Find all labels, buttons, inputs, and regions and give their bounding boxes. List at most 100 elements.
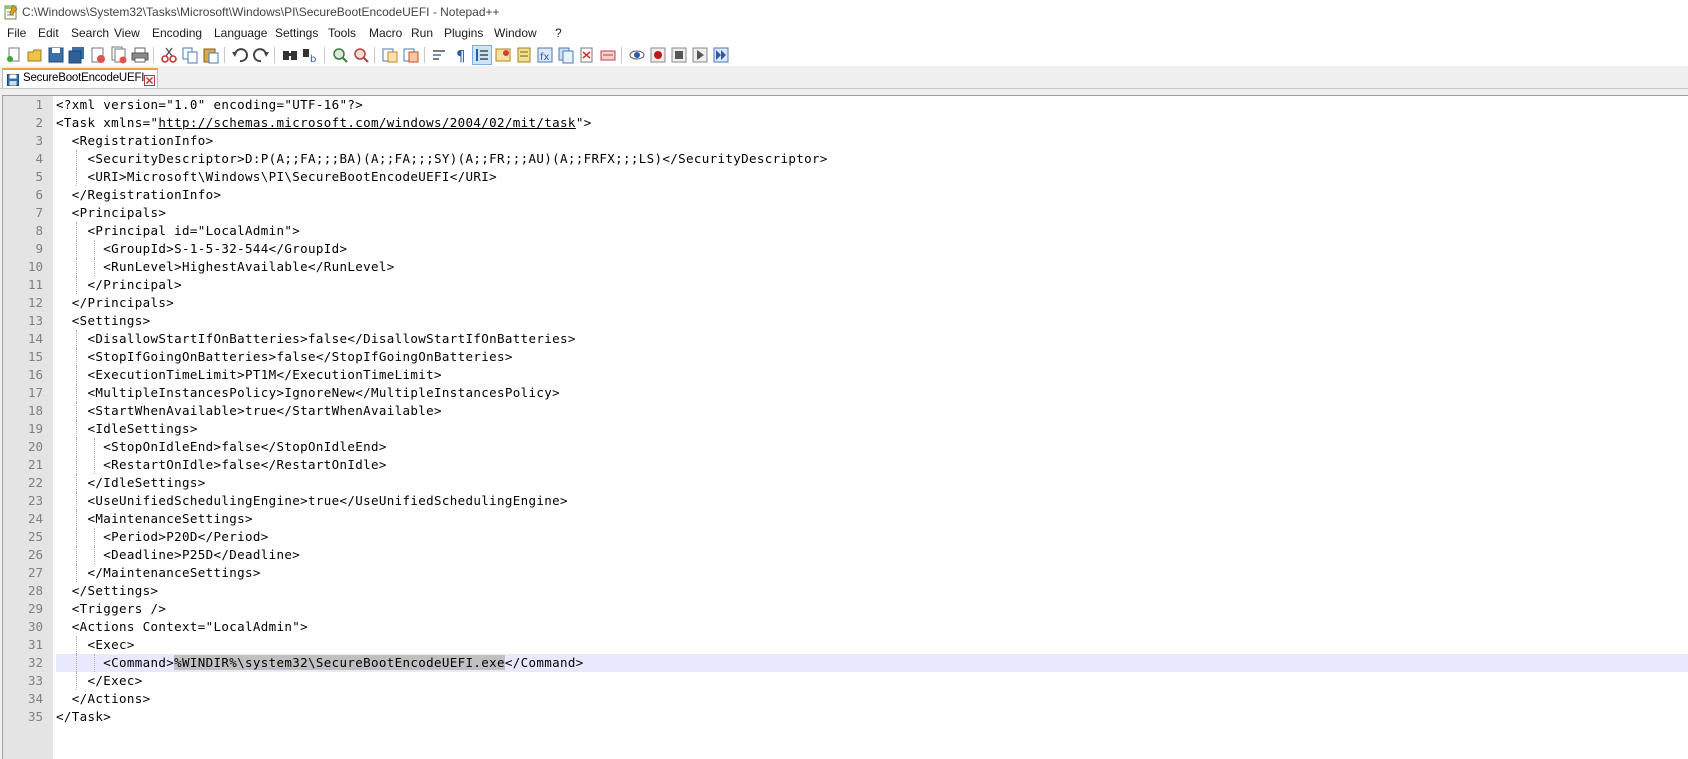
indent-guide — [75, 258, 77, 276]
code-line[interactable]: </Task> — [56, 708, 1688, 726]
redo-icon[interactable] — [252, 46, 270, 64]
line-number: 9 — [35, 241, 43, 256]
menu-window[interactable]: Window — [494, 26, 537, 40]
code-line[interactable]: <Settings> — [56, 312, 1688, 330]
code-line[interactable]: <Task xmlns="http://schemas.microsoft.co… — [56, 114, 1688, 132]
function-list-icon[interactable]: fx — [536, 46, 554, 64]
toolbar-separator — [324, 47, 325, 63]
print-icon[interactable] — [131, 46, 149, 64]
user-defined-language-icon[interactable] — [494, 46, 512, 64]
new-file-icon[interactable] — [5, 46, 23, 64]
gutter-divider — [53, 96, 54, 759]
zoom-out-icon[interactable] — [352, 46, 370, 64]
stop-recording-icon[interactable] — [649, 46, 667, 64]
code-line[interactable]: <Actions Context="LocalAdmin"> — [56, 618, 1688, 636]
code-line[interactable]: <RunLevel>HighestAvailable</RunLevel> — [56, 258, 1688, 276]
menu-settings[interactable]: Settings — [275, 26, 318, 40]
tab-close-icon[interactable] — [144, 73, 155, 86]
line-number: 20 — [27, 439, 43, 454]
document-list-icon[interactable] — [578, 46, 596, 64]
code-line[interactable]: <SecurityDescriptor>D:P(A;;FA;;;BA)(A;;F… — [56, 150, 1688, 168]
code-line[interactable]: <Triggers /> — [56, 600, 1688, 618]
menu-search[interactable]: Search — [71, 26, 109, 40]
menu-tools[interactable]: Tools — [328, 26, 356, 40]
code-line[interactable]: </IdleSettings> — [56, 474, 1688, 492]
menu-encoding[interactable]: Encoding — [152, 26, 202, 40]
indent-guide-icon[interactable] — [472, 45, 492, 65]
save-all-icon[interactable] — [68, 46, 86, 64]
line-number: 27 — [27, 565, 43, 580]
code-line[interactable]: <URI>Microsoft\Windows\PI\SecureBootEnco… — [56, 168, 1688, 186]
sync-horizontal-icon[interactable] — [402, 46, 420, 64]
code-line[interactable]: <MultipleInstancesPolicy>IgnoreNew</Mult… — [56, 384, 1688, 402]
toolbar-separator — [374, 47, 375, 63]
line-number: 35 — [27, 709, 43, 724]
indent-guide — [75, 654, 77, 672]
code-line[interactable]: <UseUnifiedSchedulingEngine>true</UseUni… — [56, 492, 1688, 510]
menu-macro[interactable]: Macro — [369, 26, 402, 40]
indent-guide — [93, 546, 95, 564]
close-icon[interactable] — [89, 46, 107, 64]
namespace-link[interactable]: http://schemas.microsoft.com/windows/200… — [158, 115, 575, 130]
zoom-in-icon[interactable] — [331, 46, 349, 64]
tab-securebootencodeuefi[interactable]: SecureBootEncodeUEFI — [2, 68, 158, 88]
document-map-icon[interactable] — [515, 46, 533, 64]
code-line[interactable]: </Principals> — [56, 294, 1688, 312]
monitoring-icon[interactable] — [599, 46, 617, 64]
sync-vertical-icon[interactable] — [381, 46, 399, 64]
indent-guide — [75, 438, 77, 456]
menu-plugins[interactable]: Plugins — [444, 26, 483, 40]
cut-icon[interactable] — [160, 46, 178, 64]
code-line[interactable]: <StopIfGoingOnBatteries>false</StopIfGoi… — [56, 348, 1688, 366]
show-all-characters-icon[interactable]: ¶ — [452, 46, 470, 64]
play-macro-icon[interactable] — [670, 46, 688, 64]
code-line[interactable]: </RegistrationInfo> — [56, 186, 1688, 204]
replace-icon[interactable]: b — [302, 46, 320, 64]
code-line[interactable]: <Principal id="LocalAdmin"> — [56, 222, 1688, 240]
code-line[interactable]: <MaintenanceSettings> — [56, 510, 1688, 528]
close-all-icon[interactable] — [110, 46, 128, 64]
code-line[interactable]: </Principal> — [56, 276, 1688, 294]
code-line[interactable]: <RegistrationInfo> — [56, 132, 1688, 150]
code-line[interactable]: <?xml version="1.0" encoding="UTF-16"?> — [56, 96, 1688, 114]
run-macro-multiple-icon[interactable] — [691, 46, 709, 64]
code-line[interactable]: </Exec> — [56, 672, 1688, 690]
undo-icon[interactable] — [231, 46, 249, 64]
code-line[interactable]: <Period>P20D</Period> — [56, 528, 1688, 546]
folder-as-workspace-icon[interactable] — [557, 46, 575, 64]
code-line[interactable]: <StopOnIdleEnd>false</StopOnIdleEnd> — [56, 438, 1688, 456]
code-line[interactable]: <DisallowStartIfOnBatteries>false</Disal… — [56, 330, 1688, 348]
code-line[interactable]: <Exec> — [56, 636, 1688, 654]
code-line[interactable]: </MaintenanceSettings> — [56, 564, 1688, 582]
code-line[interactable]: <Deadline>P25D</Deadline> — [56, 546, 1688, 564]
record-macro-icon[interactable] — [628, 46, 646, 64]
menu-run[interactable]: Run — [411, 26, 433, 40]
code-line[interactable]: <Command>%WINDIR%\system32\SecureBootEnc… — [56, 654, 1688, 672]
code-line[interactable]: <Principals> — [56, 204, 1688, 222]
word-wrap-icon[interactable] — [431, 46, 449, 64]
code-line[interactable]: <StartWhenAvailable>true</StartWhenAvail… — [56, 402, 1688, 420]
copy-icon[interactable] — [181, 46, 199, 64]
save-macro-icon[interactable] — [712, 46, 730, 64]
code-line[interactable]: </Settings> — [56, 582, 1688, 600]
paste-icon[interactable] — [202, 46, 220, 64]
indent-guide — [93, 528, 95, 546]
line-number: 30 — [27, 619, 43, 634]
editor-pane[interactable]: 1 2 3 4 5 6 7 8 9 10 11 12 13 14 15 16 17 18 19 20 21 22 23 24 2… — [2, 95, 1688, 759]
code-line[interactable]: </Actions> — [56, 690, 1688, 708]
indent-guide — [75, 492, 77, 510]
menu-language[interactable]: Language — [214, 26, 267, 40]
menu-view[interactable]: View — [114, 26, 140, 40]
code-line[interactable]: <ExecutionTimeLimit>PT1M</ExecutionTimeL… — [56, 366, 1688, 384]
line-number: 2 — [35, 115, 43, 130]
find-icon[interactable] — [281, 46, 299, 64]
code-line[interactable]: <IdleSettings> — [56, 420, 1688, 438]
menu-file[interactable]: File — [7, 26, 26, 40]
code-line[interactable]: <GroupId>S-1-5-32-544</GroupId> — [56, 240, 1688, 258]
code-line[interactable]: <RestartOnIdle>false</RestartOnIdle> — [56, 456, 1688, 474]
line-number: 21 — [27, 457, 43, 472]
save-icon[interactable] — [47, 46, 65, 64]
menu-help[interactable]: ? — [555, 26, 562, 40]
open-file-icon[interactable] — [26, 46, 44, 64]
menu-edit[interactable]: Edit — [38, 26, 59, 40]
